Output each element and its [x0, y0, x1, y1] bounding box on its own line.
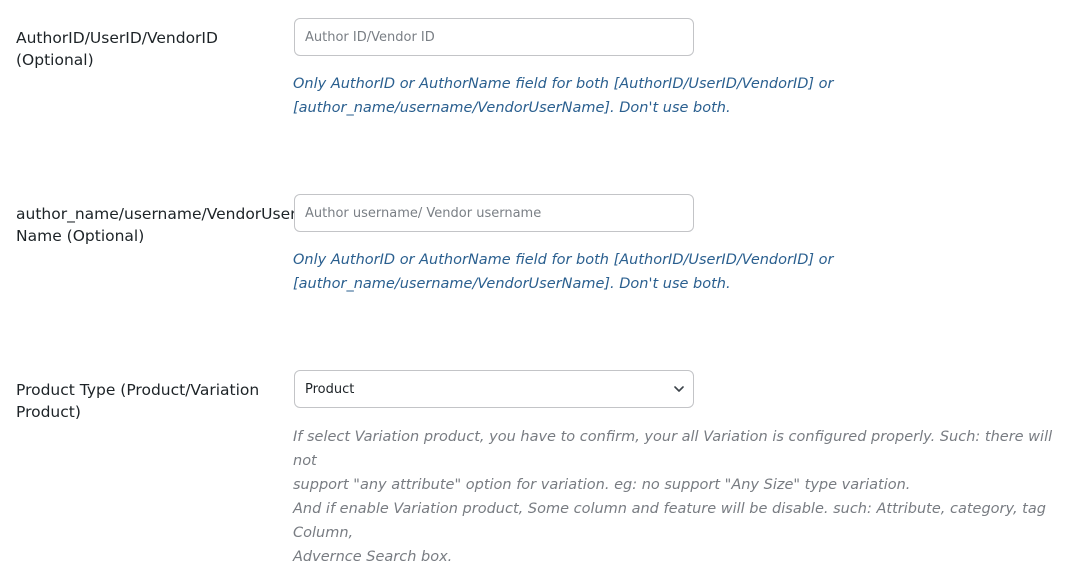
author-id-label-line2: (Optional) [16, 51, 94, 69]
product-type-label-line2: Product) [16, 403, 81, 421]
product-type-label-line1: Product Type (Product/Variation [16, 381, 260, 399]
author-name-help-line2: [author_name/username/VendorUserName]. D… [293, 276, 731, 292]
author-id-input[interactable] [294, 18, 694, 56]
author-name-help-text: Only AuthorID or AuthorName field for bo… [293, 248, 1073, 296]
product-type-help-line1: If select Variation product, you have to… [293, 429, 1053, 469]
author-name-help-line1: Only AuthorID or AuthorName field for bo… [293, 252, 834, 268]
author-name-label: author_name/username/VendorUser Name (Op… [16, 203, 297, 247]
product-type-help-line2: support "any attribute" option for varia… [293, 477, 911, 493]
product-type-help-line3: And if enable Variation product, Some co… [293, 501, 1046, 541]
author-name-label-line1: author_name/username/VendorUser [16, 205, 297, 223]
author-name-input[interactable] [294, 194, 694, 232]
author-id-label-line1: AuthorID/UserID/VendorID [16, 29, 218, 47]
product-type-label: Product Type (Product/Variation Product) [16, 379, 292, 423]
author-id-label: AuthorID/UserID/VendorID (Optional) [16, 27, 292, 71]
author-name-label-line2: Name (Optional) [16, 227, 145, 245]
author-id-help-line2: [author_name/username/VendorUserName]. D… [293, 100, 731, 116]
product-type-help-text: If select Variation product, you have to… [293, 425, 1073, 569]
product-type-help-line4: Advernce Search box. [293, 549, 453, 565]
product-type-select[interactable]: Product [294, 370, 694, 408]
author-id-help-line1: Only AuthorID or AuthorName field for bo… [293, 76, 834, 92]
author-id-help-text: Only AuthorID or AuthorName field for bo… [293, 72, 1073, 120]
